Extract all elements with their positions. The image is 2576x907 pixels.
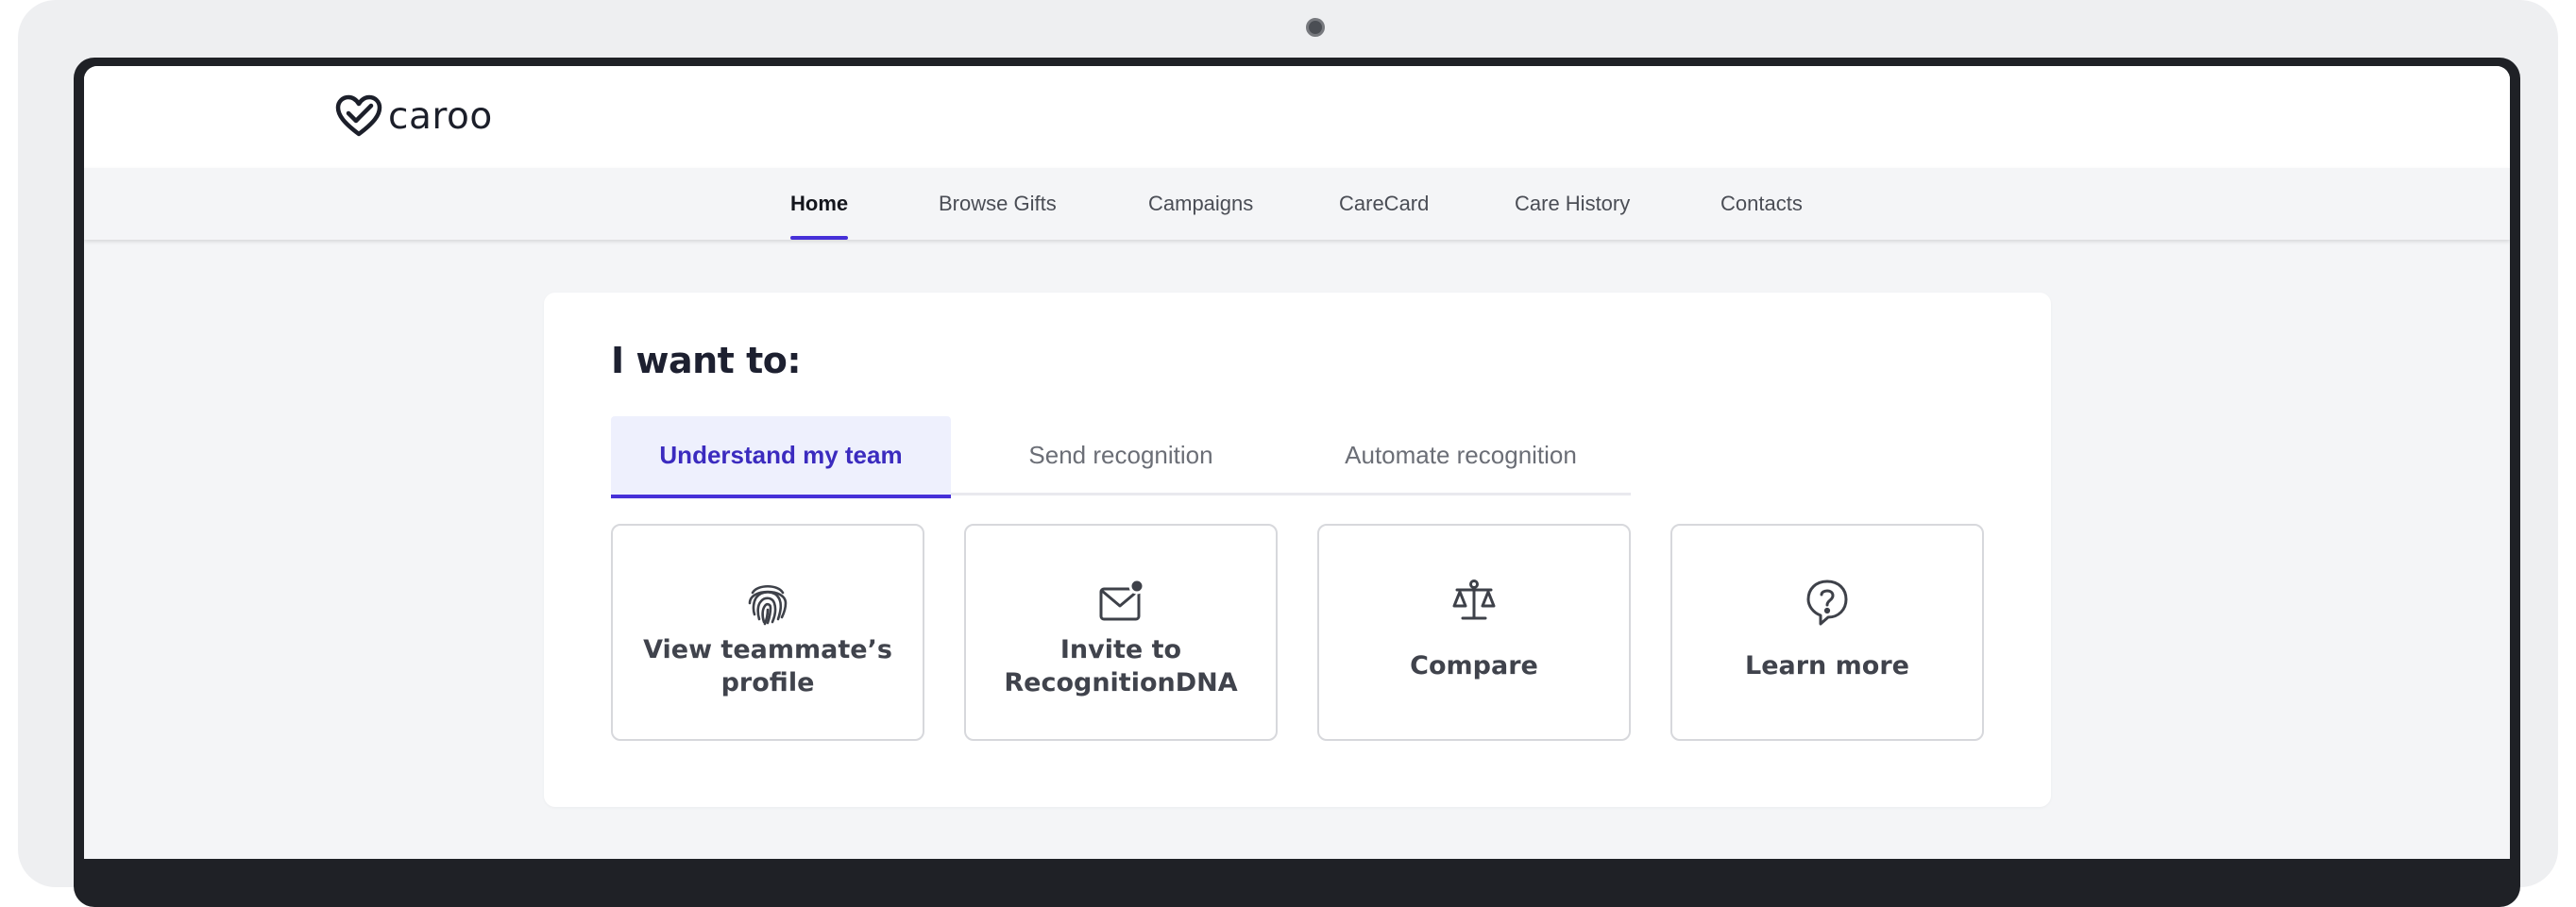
app-screen: caroo Home Browse Gifts Campaigns CareCa… <box>84 66 2510 859</box>
webcam <box>1306 18 1325 37</box>
top-header: caroo <box>84 66 2510 168</box>
card-title: I want to: <box>611 340 802 381</box>
nav-item-browse-gifts[interactable]: Browse Gifts <box>939 168 1057 240</box>
tile-view-teammate-profile[interactable]: View teammate’s profile <box>611 524 924 741</box>
tab-understand-my-team[interactable]: Understand my team <box>611 416 951 498</box>
tile-label: Learn more <box>1745 651 1909 680</box>
tile-invite-recognitiondna[interactable]: Invite to RecognitionDNA <box>964 524 1278 741</box>
action-tiles: View teammate’s profile Invite to Recogn… <box>611 524 1986 741</box>
mail-notification-icon <box>1097 577 1144 626</box>
tab-automate-recognition[interactable]: Automate recognition <box>1291 416 1631 495</box>
nav-item-campaigns[interactable]: Campaigns <box>1148 168 1253 240</box>
tile-label: Compare <box>1410 651 1538 680</box>
action-card: I want to: Understand my team Send recog… <box>544 293 2051 807</box>
heart-check-icon <box>335 94 382 137</box>
question-bubble-icon <box>1804 577 1851 626</box>
tile-label: View teammate’s profile <box>643 635 892 697</box>
tile-learn-more[interactable]: Learn more <box>1670 524 1984 741</box>
nav-item-care-history[interactable]: Care History <box>1515 168 1630 240</box>
action-tabs: Understand my team Send recognition Auto… <box>611 416 1631 498</box>
fingerprint-icon <box>744 577 791 626</box>
nav-item-home[interactable]: Home <box>790 168 849 240</box>
balance-scale-icon <box>1450 577 1498 626</box>
main-nav: Home Browse Gifts Campaigns CareCard Car… <box>84 168 2510 240</box>
nav-item-carecard[interactable]: CareCard <box>1339 168 1429 240</box>
brand-name: caroo <box>388 94 493 138</box>
tile-compare[interactable]: Compare <box>1317 524 1631 741</box>
nav-item-contacts[interactable]: Contacts <box>1720 168 1803 240</box>
tile-label: Invite to RecognitionDNA <box>1004 635 1238 697</box>
tab-send-recognition[interactable]: Send recognition <box>951 416 1291 495</box>
brand-logo[interactable]: caroo <box>335 92 493 140</box>
